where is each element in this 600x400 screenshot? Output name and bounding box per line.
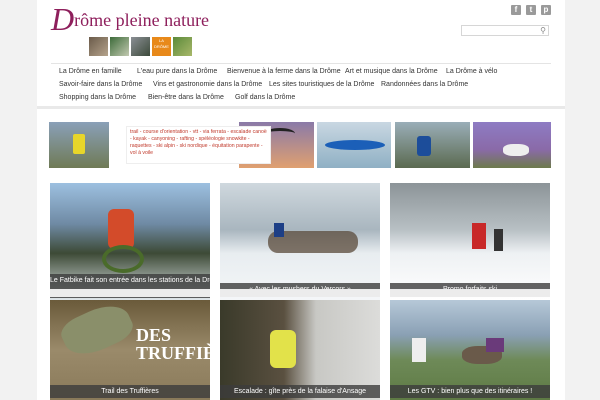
tile-photo-musher — [274, 223, 284, 237]
nav-item[interactable]: Bien-être dans la Drôme — [148, 94, 224, 101]
tile-caption[interactable]: Escalade : gîte près de la falaise d'Ans… — [220, 385, 380, 398]
twitter-icon[interactable]: t — [526, 5, 536, 15]
article-tile[interactable]: Le Fatbike fait son entrée dans les stat… — [50, 183, 210, 300]
header-divider — [37, 106, 565, 109]
nav-item[interactable]: Bienvenue à la ferme dans la Drôme — [227, 68, 341, 75]
logo-thumb — [110, 37, 129, 56]
main-nav: La Drôme en famille L'eau pure dans la D… — [51, 63, 551, 107]
article-tile[interactable]: Escalade : gîte près de la falaise d'Ans… — [220, 300, 380, 400]
nav-item[interactable]: Les sites touristiques de la Drôme — [269, 81, 374, 88]
nav-item[interactable]: L'eau pure dans la Drôme — [137, 68, 217, 75]
banner-photo-kayak — [317, 122, 391, 168]
logo-thumb — [89, 37, 108, 56]
tile-caption[interactable]: Trail des Truffières — [50, 385, 210, 398]
tile-photo-climber — [270, 330, 296, 368]
nav-item[interactable]: Golf dans la Drôme — [235, 94, 295, 101]
activities-list: trail - course d'orientation - vtt - via… — [126, 126, 271, 164]
tile-photo-figure — [108, 209, 134, 249]
logo-text: rôme pleine nature — [74, 10, 210, 30]
nav-item[interactable]: La Drôme en famille — [59, 68, 122, 75]
logo-initial: D — [51, 1, 75, 37]
banner-photo-trail — [49, 122, 109, 168]
nav-item[interactable]: Savoir-faire dans la Drôme — [59, 81, 142, 88]
tile-photo-hiker — [412, 338, 426, 362]
search-icon[interactable]: ⚲ — [540, 26, 546, 35]
logo-thumb — [131, 37, 150, 56]
banner-photo-climb — [395, 122, 470, 168]
tile-photo-bike — [102, 245, 144, 273]
pinterest-icon[interactable]: p — [541, 5, 551, 15]
nav-item[interactable]: Art et musique dans la Drôme — [345, 68, 438, 75]
article-tile[interactable]: Les GTV : bien plus que des itinéraires … — [390, 300, 550, 400]
tile-shadow — [390, 289, 550, 297]
activity-banner[interactable]: trail - course d'orientation - vtt - via… — [49, 122, 551, 168]
search-input[interactable]: ⚲ — [461, 25, 549, 36]
tile-shadow — [50, 289, 210, 297]
logo-thumbnails: LA DRÔME — [89, 37, 192, 56]
site-logo[interactable]: Drôme pleine nature — [51, 1, 210, 37]
tile-photo-lettering: DESTRUFFIÈRES — [136, 325, 210, 363]
logo-badge: LA DRÔME — [152, 37, 171, 56]
nav-item[interactable]: Randonnées dans la Drôme — [381, 81, 468, 88]
tile-photo-pack — [486, 338, 504, 352]
article-tile[interactable]: Promo forfaits ski — [390, 183, 550, 300]
tile-photo-skier — [472, 223, 486, 249]
banner-photo-horse — [473, 122, 551, 168]
nav-item[interactable]: Vins et gastronomie dans la Drôme — [153, 81, 262, 88]
nav-item[interactable]: Shopping dans la Drôme — [59, 94, 136, 101]
logo-thumb — [173, 37, 192, 56]
tile-shadow — [220, 289, 380, 297]
tile-photo-skier — [494, 229, 503, 251]
social-links: f t p — [511, 5, 551, 15]
facebook-icon[interactable]: f — [511, 5, 521, 15]
tile-caption[interactable]: Les GTV : bien plus que des itinéraires … — [390, 385, 550, 398]
article-tile[interactable]: DESTRUFFIÈRES Trail des Truffières — [50, 300, 210, 400]
nav-item[interactable]: La Drôme à vélo — [446, 68, 497, 75]
tile-photo-shoe — [56, 300, 138, 363]
article-tile[interactable]: « Avec les mushers du Vercors » — [220, 183, 380, 300]
page: Drôme pleine nature LA DRÔME f t p ⚲ La … — [37, 0, 565, 400]
